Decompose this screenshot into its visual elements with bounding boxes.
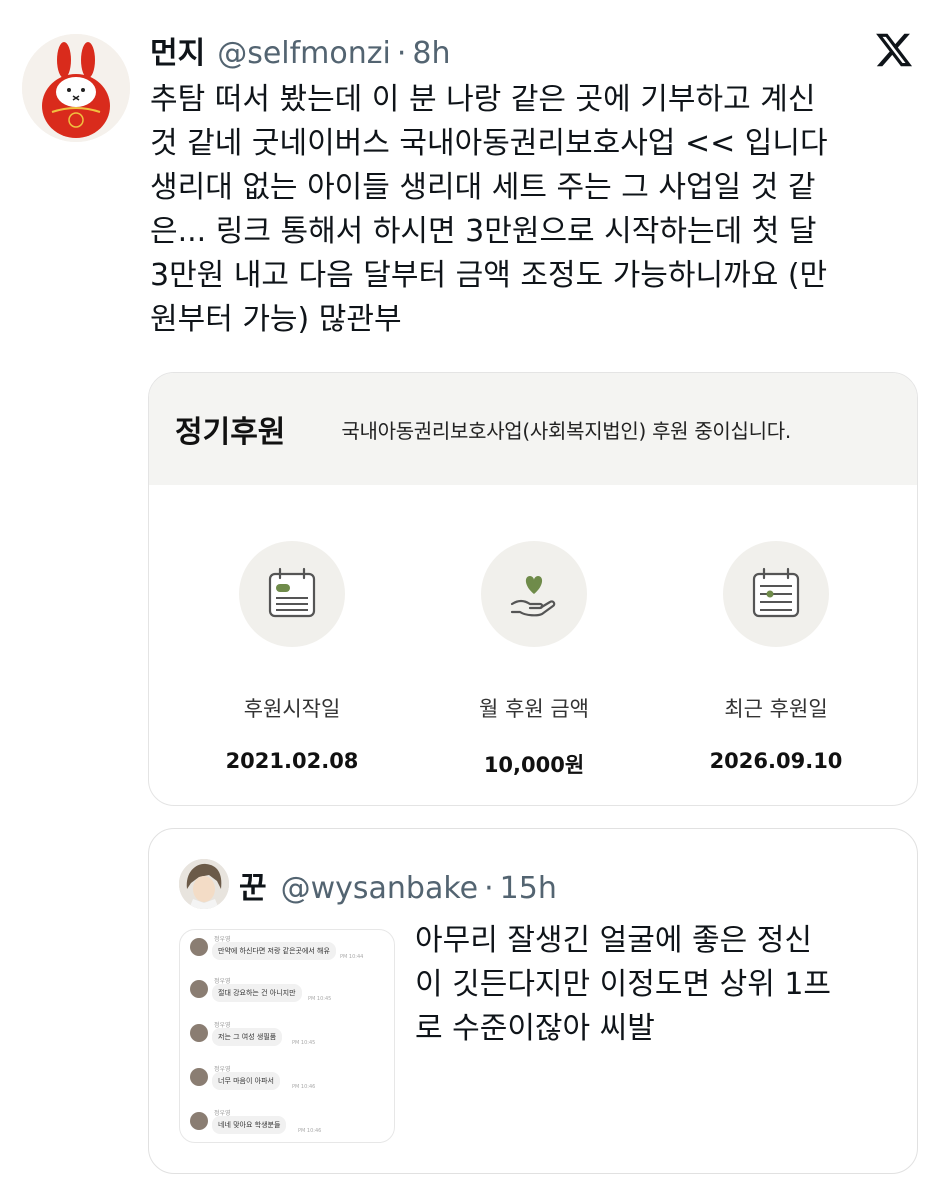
quoted-user-handle[interactable]: @wysanbake [281,871,479,906]
timestamp[interactable]: 8h [412,36,450,71]
user-avatar[interactable] [22,34,130,142]
stat-start-date: 후원시작일 2021.02.08 [187,541,397,773]
chat-message: 정우영 절대 강요하는 건 아니지만 PM 10:45 [186,976,392,1016]
quoted-tweet-text: 아무리 잘생긴 얼굴에 좋은 정신 이 깃든다지만 이정도면 상위 1프 로 수… [415,923,832,1046]
chat-bubble: 만약에 하신다면 저랑 같은곳에서 해유 [212,942,336,960]
chat-message: 정우영 네네 맞아요 학생분들 PM 10:46 [186,1108,392,1142]
quoted-timestamp[interactable]: 15h [500,871,557,906]
separator-dot: · [396,36,407,71]
stat-label: 월 후원 금액 [479,697,589,721]
heart-hand-icon [481,541,587,647]
chat-time: PM 10:45 [308,996,332,1002]
chat-avatar [190,1112,208,1130]
anime-character-avatar-icon [179,859,229,909]
stat-value: 2021.02.08 [225,749,359,773]
chat-message: 정우영 만약에 하신다면 저랑 같은곳에서 해유 PM 10:44 [186,934,392,974]
chat-bubble: 네네 맞아요 학생분들 [212,1116,287,1134]
chat-avatar [190,938,208,956]
tweet-header: 먼지 @selfmonzi · 8h [150,28,451,71]
stat-value: 10,000원 [483,753,585,777]
chat-time: PM 10:46 [292,1084,316,1090]
chat-avatar [190,1068,208,1086]
display-name[interactable]: 먼지 [150,28,205,72]
tweet: 먼지 @selfmonzi · 8h 추탐 떠서 봤는데 이 분 나랑 같은 곳… [0,0,940,1200]
stat-label: 최근 후원일 [724,697,828,721]
tweet-text: 추탐 떠서 봤는데 이 분 나랑 같은 곳에 기부하고 계신 것 같네 굿네이버… [150,82,828,337]
stat-monthly-amount: 월 후원 금액 10,000원 [429,541,639,779]
chat-avatar [190,980,208,998]
chat-message: 정우영 너무 마음이 아파서 PM 10:46 [186,1064,392,1104]
stat-label: 후원시작일 [243,697,341,721]
chat-avatar [190,1024,208,1042]
calendar-icon [239,541,345,647]
chat-bubble: 저는 그 여성 생필품 [212,1028,283,1046]
calendar-slider-icon [723,541,829,647]
chat-time: PM 10:46 [298,1128,322,1134]
quoted-display-name[interactable]: 꾼 [239,863,267,907]
donation-card: 정기후원 국내아동권리보호사업(사회복지법인) 후원 중이십니다. 후원시작일 … [148,372,918,806]
stat-recent-date: 최근 후원일 2026.09.10 [671,541,881,773]
user-handle[interactable]: @selfmonzi [217,36,391,71]
donation-card-description: 국내아동권리보호사업(사회복지법인) 후원 중이십니다. [341,418,791,443]
separator-dot: · [484,871,494,906]
x-logo-icon[interactable] [874,30,914,70]
donation-card-header: 정기후원 국내아동권리보호사업(사회복지법인) 후원 중이십니다. [149,373,917,485]
donation-card-title: 정기후원 [175,415,286,450]
chat-time: PM 10:44 [340,954,364,960]
stat-value: 2026.09.10 [709,749,843,773]
chat-time: PM 10:45 [292,1040,316,1046]
chat-message: 정우영 저는 그 여성 생필품 PM 10:45 [186,1020,392,1060]
chat-bubble: 너무 마음이 아파서 [212,1072,280,1090]
bunny-daruma-avatar-icon [22,34,130,142]
chat-screenshot-thumbnail[interactable]: 정우영 만약에 하신다면 저랑 같은곳에서 해유 PM 10:44 정우영 절대… [179,929,395,1143]
chat-bubble: 절대 강요하는 건 아니지만 [212,984,302,1002]
quoted-tweet[interactable]: 꾼 @wysanbake · 15h 정우영 만약에 하신다면 저랑 같은곳에서… [148,828,918,1174]
quoted-user-avatar[interactable] [179,859,229,909]
quoted-tweet-header: 꾼 @wysanbake · 15h [239,863,557,907]
